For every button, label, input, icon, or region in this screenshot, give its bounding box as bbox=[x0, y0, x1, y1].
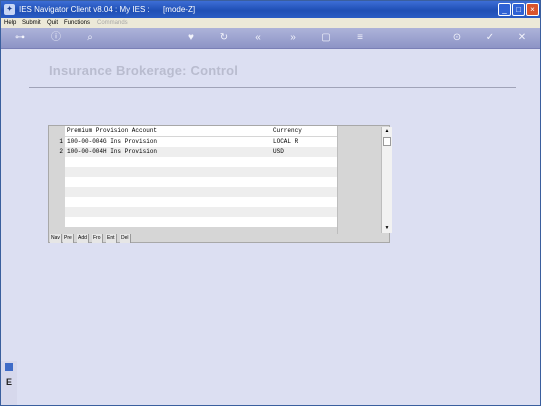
menu-quit[interactable]: Quit bbox=[47, 18, 58, 28]
del-button[interactable]: Del bbox=[120, 234, 131, 243]
table-row[interactable]: 1 100-00-004G Ins Provision LOCAL R bbox=[59, 137, 337, 147]
provision-grid: Premium Provision Account Currency 1 100-… bbox=[48, 125, 392, 243]
search-icon[interactable]: ⌕ bbox=[83, 30, 97, 46]
row-number: 1 bbox=[59, 138, 63, 145]
grid-body: Premium Provision Account Currency 1 100-… bbox=[59, 126, 386, 234]
app-window: ✦ IES Navigator Client v8.04 : My IES : … bbox=[0, 0, 541, 406]
table-row[interactable] bbox=[65, 197, 337, 207]
table-row[interactable] bbox=[65, 157, 337, 167]
scroll-up-arrow[interactable]: ▲ bbox=[383, 127, 391, 135]
page-title: Insurance Brokerage: Control bbox=[49, 63, 239, 78]
scroll-thumb[interactable] bbox=[383, 137, 391, 146]
refresh-icon[interactable]: ↻ bbox=[217, 30, 231, 46]
grid-header-row: Premium Provision Account Currency bbox=[65, 126, 337, 136]
menu-submit[interactable]: Submit bbox=[22, 18, 41, 28]
taskbar-icon[interactable] bbox=[5, 363, 13, 371]
table-row[interactable]: 2 100-00-004H Ins Provision USD bbox=[59, 147, 337, 157]
left-strip-label: E bbox=[6, 377, 13, 387]
column-header-account: Premium Provision Account bbox=[67, 127, 158, 134]
nav-button[interactable]: Nav bbox=[50, 234, 62, 243]
cell-currency: LOCAL R bbox=[273, 138, 299, 145]
cell-currency: USD bbox=[273, 148, 284, 155]
pre-button[interactable]: Pre bbox=[63, 234, 74, 243]
document-icon[interactable]: ▢ bbox=[319, 30, 333, 46]
fro-button[interactable]: Fro bbox=[92, 234, 103, 243]
divider bbox=[29, 87, 516, 88]
menu-functions[interactable]: Functions bbox=[64, 18, 90, 28]
menu-commands: Commands bbox=[97, 20, 128, 26]
table-row[interactable] bbox=[65, 217, 337, 227]
target-icon[interactable]: ⊙ bbox=[450, 30, 464, 46]
toolbar: ⊶ ⓘ ⌕ ♥ ↻ « » ▢ ≡ ⊙ ✓ ✕ bbox=[1, 28, 540, 49]
add-button[interactable]: Add bbox=[77, 234, 89, 243]
grid-scrollbar[interactable]: ▲ ▼ bbox=[381, 127, 392, 233]
close-icon[interactable]: ✕ bbox=[515, 30, 529, 46]
table-row[interactable] bbox=[65, 207, 337, 217]
app-icon: ✦ bbox=[4, 4, 15, 15]
fast-forward-icon[interactable]: » bbox=[286, 30, 300, 46]
table-row[interactable] bbox=[65, 177, 337, 187]
cell-account: 100-00-004G Ins Provision bbox=[67, 138, 158, 145]
row-number: 2 bbox=[59, 148, 63, 155]
minimize-button[interactable]: _ bbox=[498, 3, 511, 16]
ent-button[interactable]: Ent bbox=[106, 234, 117, 243]
left-strip: E bbox=[1, 361, 17, 405]
close-window-button[interactable]: × bbox=[526, 3, 539, 16]
list-icon[interactable]: ≡ bbox=[353, 30, 367, 46]
info-icon[interactable]: ⓘ bbox=[49, 30, 63, 46]
scroll-down-arrow[interactable]: ▼ bbox=[383, 224, 391, 232]
cell-account: 100-00-004H Ins Provision bbox=[67, 148, 158, 155]
menu-bar: Help Submit Quit Functions Commands bbox=[1, 18, 540, 28]
key-icon[interactable]: ⊶ bbox=[7, 30, 33, 46]
table-row[interactable] bbox=[65, 167, 337, 177]
title-bar[interactable]: ✦ IES Navigator Client v8.04 : My IES : … bbox=[1, 1, 540, 18]
heart-icon[interactable]: ♥ bbox=[184, 30, 198, 46]
check-icon[interactable]: ✓ bbox=[483, 30, 497, 46]
window-title: IES Navigator Client v8.04 : My IES : [m… bbox=[19, 5, 196, 14]
maximize-button[interactable]: □ bbox=[512, 3, 525, 16]
rewind-icon[interactable]: « bbox=[251, 30, 265, 46]
table-row[interactable] bbox=[65, 187, 337, 197]
menu-help[interactable]: Help bbox=[4, 18, 16, 28]
grid-side-panel bbox=[337, 126, 386, 234]
column-header-currency: Currency bbox=[273, 127, 302, 134]
